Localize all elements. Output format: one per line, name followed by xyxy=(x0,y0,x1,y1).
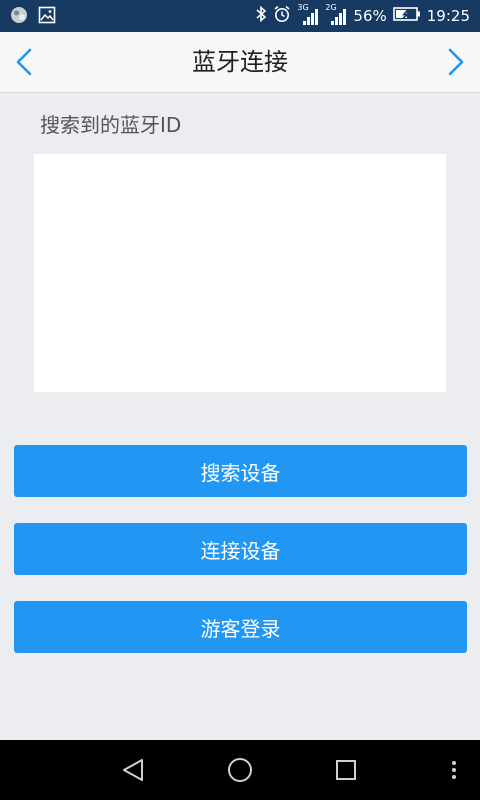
battery-percent: 56% xyxy=(353,7,387,25)
network-2g-signal: 2G xyxy=(325,3,347,27)
status-bar-left xyxy=(10,6,56,28)
page-title: 蓝牙连接 xyxy=(192,48,288,76)
nav-recent-apps-button[interactable] xyxy=(330,754,362,786)
nav-back-button[interactable] xyxy=(118,754,150,786)
nav-menu-button[interactable] xyxy=(444,754,464,786)
forward-button[interactable] xyxy=(438,46,470,78)
status-bar: 3G 2G 56% 19:25 xyxy=(0,0,480,32)
alarm-icon xyxy=(273,5,291,27)
app-notification-icon xyxy=(10,6,28,28)
bluetooth-icon xyxy=(255,5,267,27)
status-bar-right: 3G 2G 56% 19:25 xyxy=(255,3,470,28)
triangle-back-icon xyxy=(123,759,143,781)
app-header: 蓝牙连接 xyxy=(0,32,480,93)
system-navigation-bar xyxy=(0,740,480,800)
nav-home-button[interactable] xyxy=(224,754,256,786)
connect-device-button[interactable]: 连接设备 xyxy=(14,523,467,575)
search-device-button[interactable]: 搜索设备 xyxy=(14,445,467,497)
signal-icon xyxy=(331,9,347,25)
network-3g-signal: 3G xyxy=(297,3,319,27)
square-recent-icon xyxy=(336,760,356,780)
chevron-right-icon xyxy=(448,48,464,76)
signal-icon xyxy=(303,9,319,25)
gallery-icon xyxy=(38,6,56,28)
guest-login-button[interactable]: 游客登录 xyxy=(14,601,467,653)
found-bluetooth-label: 搜索到的蓝牙ID xyxy=(40,113,182,137)
battery-charging-icon xyxy=(392,6,421,26)
bluetooth-device-list[interactable] xyxy=(34,154,446,392)
clock: 19:25 xyxy=(426,7,470,25)
more-vertical-icon xyxy=(452,761,456,779)
circle-home-icon xyxy=(228,758,252,782)
